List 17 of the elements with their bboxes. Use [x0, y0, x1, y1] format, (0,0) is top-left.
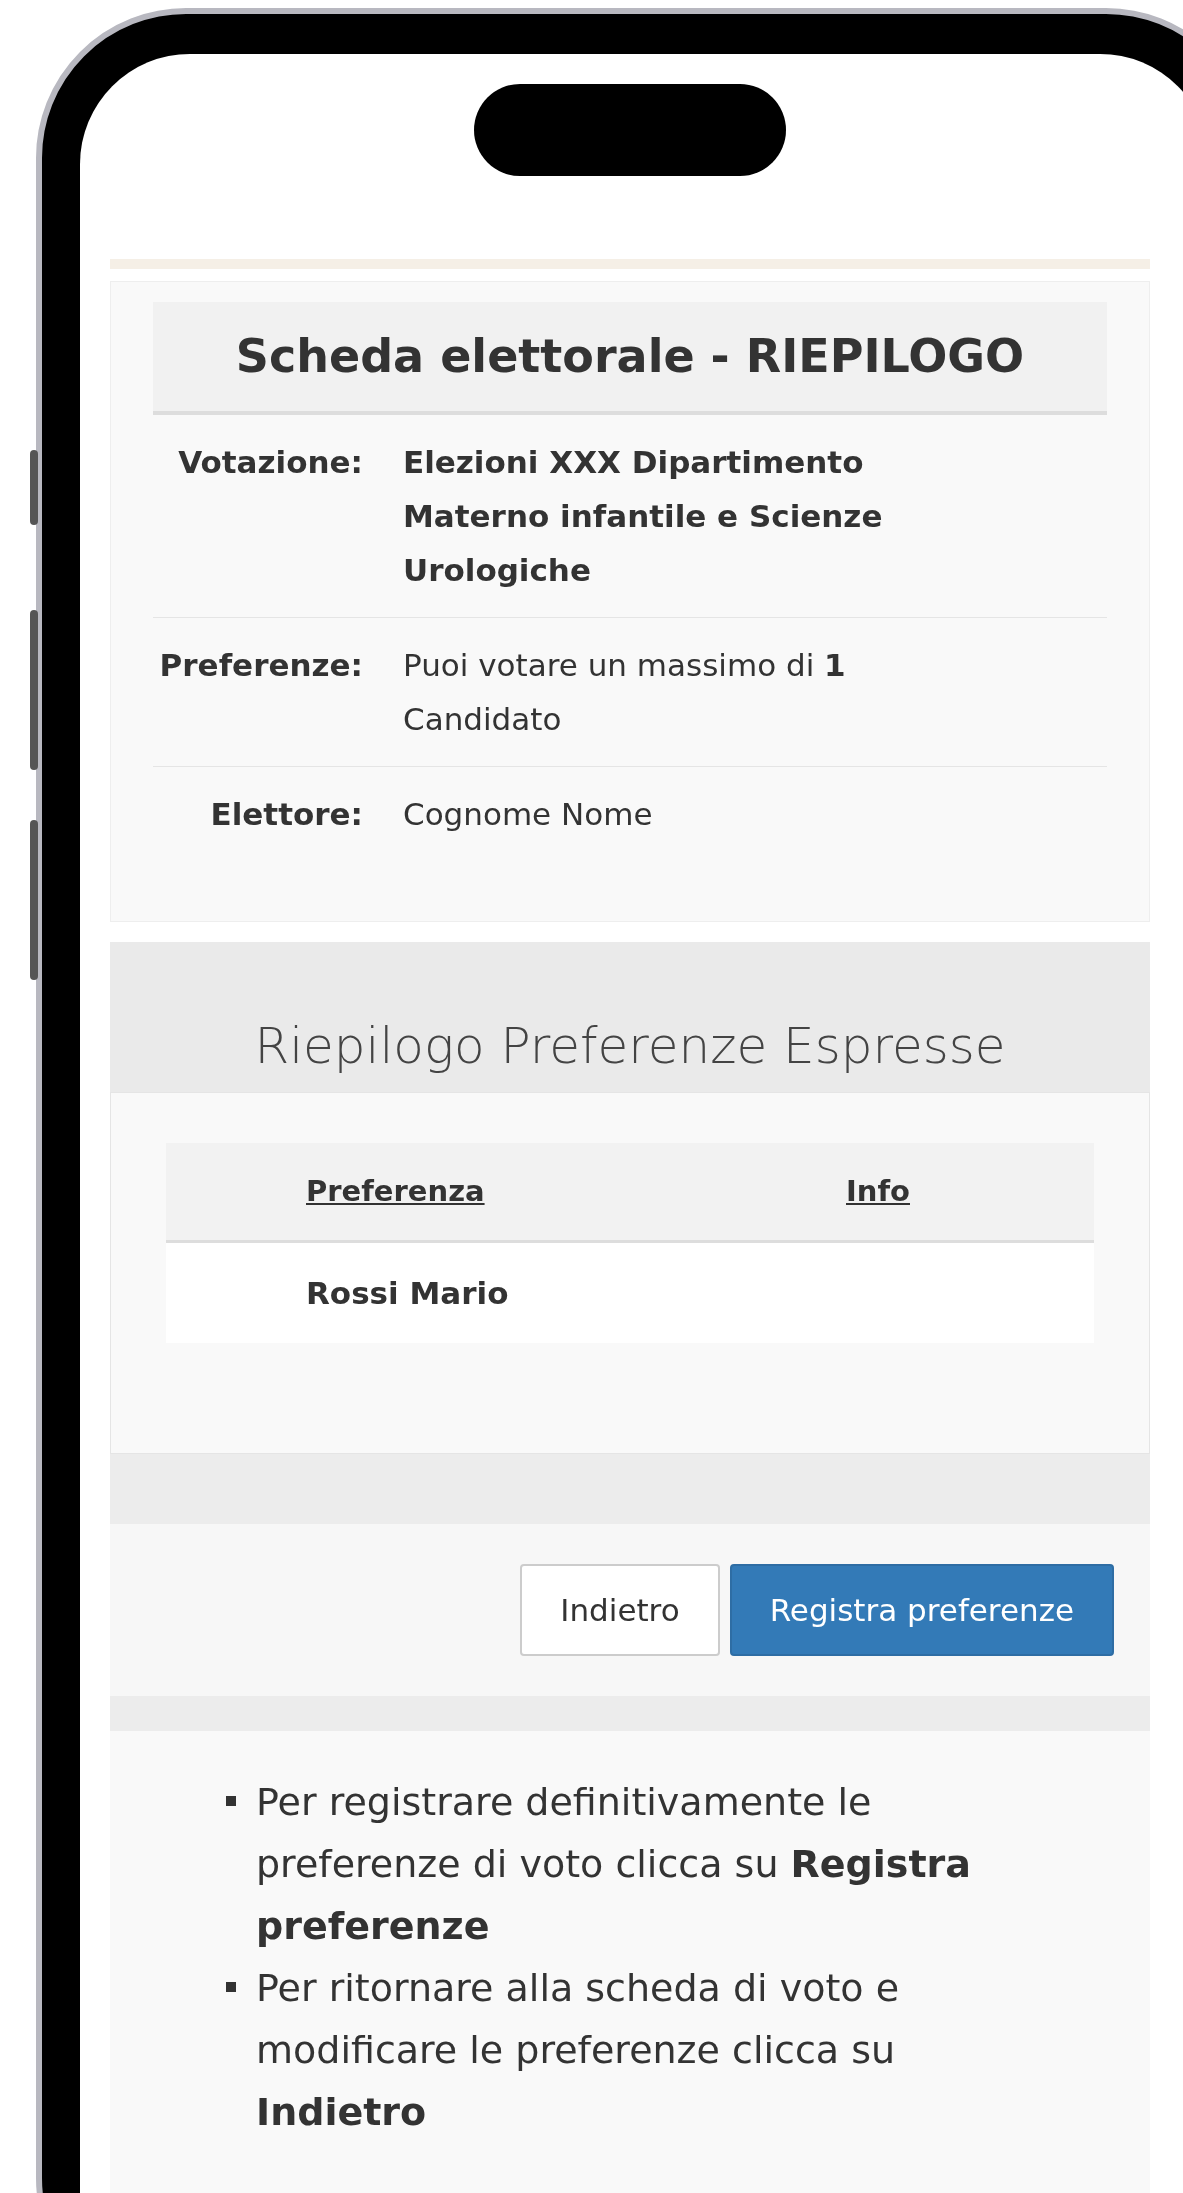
field-value: Puoi votare un massimo di 1 Candidato: [403, 646, 847, 739]
bullet-icon: [226, 1982, 236, 1992]
field-value: Elezioni XXX Dipartimento Materno infantile e Scienze Urologiche: [403, 443, 884, 590]
bullet-icon: [226, 1796, 236, 1806]
field-value: Cognome Nome: [403, 795, 653, 834]
submit-button[interactable]: Registra preferenze: [729, 1564, 1114, 1656]
instruction-text: Per registrare definitivamente le preferenze di voto clicca su Registra preferenze: [256, 1779, 972, 1950]
column-header-link[interactable]: Preferenza: [306, 1173, 485, 1208]
instruction-text: Per ritornare alla scheda di voto e modificare le preferenze clicca su Indietro: [256, 1965, 901, 2136]
field-label: Elettore:: [210, 796, 363, 832]
ballot-title: Scheda elettorale - RIEPILOGO: [235, 329, 1025, 383]
section-heading: Riepilogo Preferenze Espresse: [254, 1016, 1006, 1077]
back-button[interactable]: Indietro: [520, 1564, 720, 1656]
field-label: Preferenze:: [159, 647, 363, 683]
table-cell: Rossi Mario: [306, 1274, 509, 1311]
field-label: Votazione:: [178, 444, 363, 480]
column-header-link[interactable]: Info: [846, 1173, 910, 1208]
